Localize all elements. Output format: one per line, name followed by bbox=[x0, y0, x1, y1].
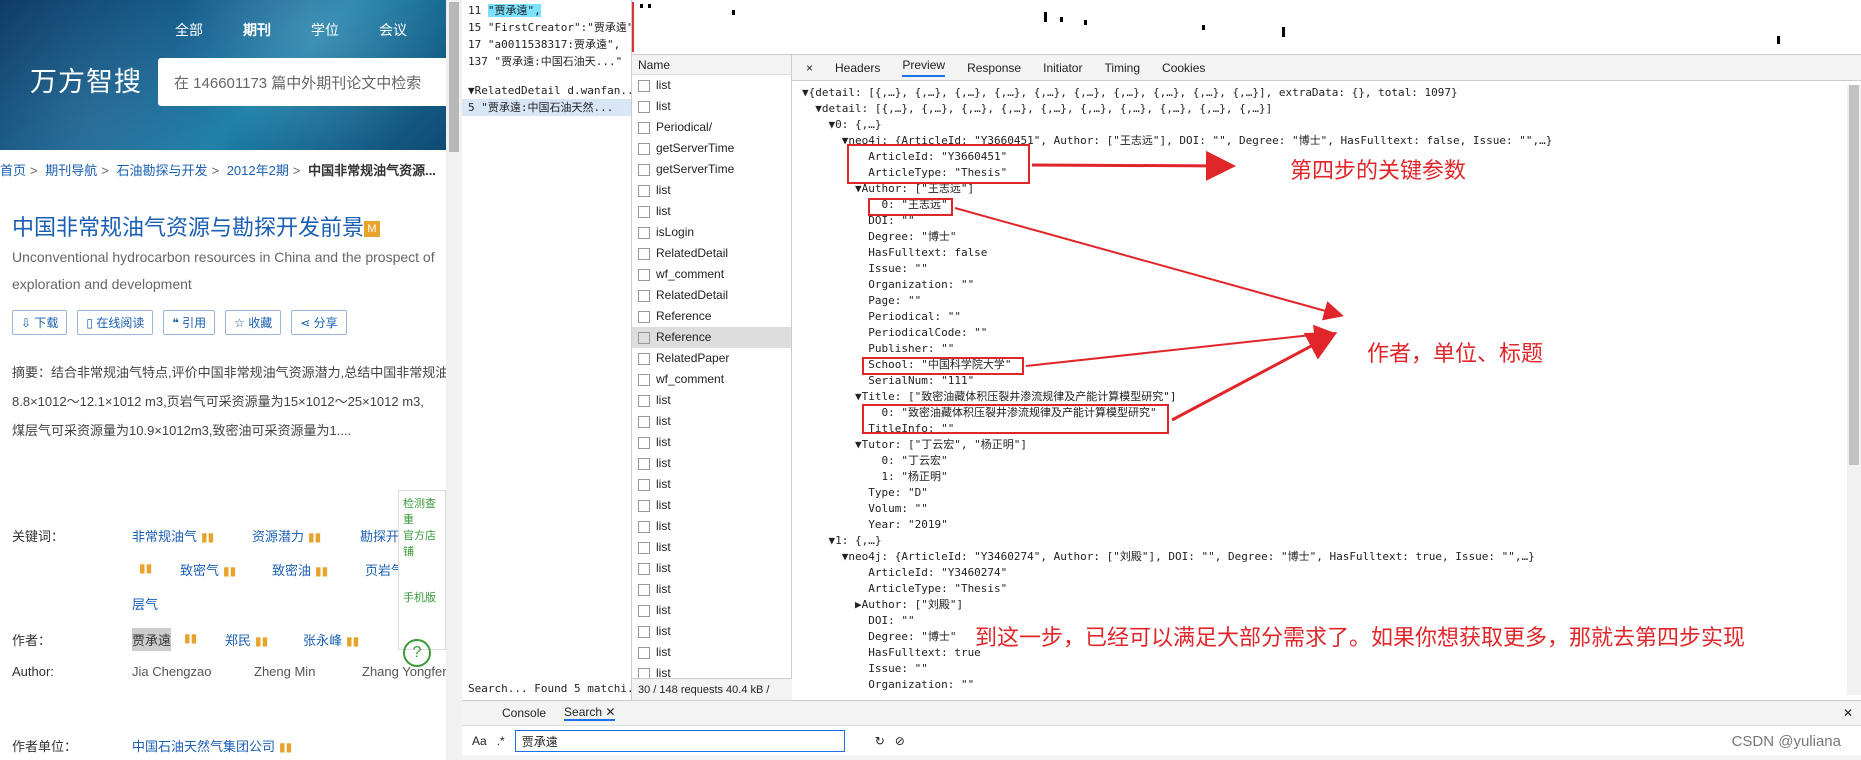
regex-toggle[interactable]: .* bbox=[497, 734, 505, 748]
search-field[interactable]: 贾承遠 bbox=[514, 729, 845, 752]
annotation-summary: 到这一步，已经可以满足大部分需求了。如果你想获取更多，那就去第四步实现 bbox=[975, 625, 1746, 650]
drawer-tabs: Console Search ✕ ✕ bbox=[462, 701, 1861, 725]
close-drawer-icon[interactable]: ✕ bbox=[1843, 706, 1853, 720]
watermark: CSDN @yuliana bbox=[1731, 733, 1841, 750]
annotation-key-params: 第四步的关键参数 bbox=[1290, 158, 1467, 183]
refresh-icon[interactable]: ↻ bbox=[875, 734, 885, 748]
tab-console[interactable]: Console bbox=[502, 706, 546, 720]
devtools-drawer: Console Search ✕ ✕ Aa .* 贾承遠 ↻ ⊘ bbox=[462, 700, 1861, 760]
search-bar: Aa .* 贾承遠 ↻ ⊘ bbox=[462, 725, 1861, 755]
clear-icon[interactable]: ⊘ bbox=[895, 734, 905, 748]
annotation-author-org-title: 作者，单位、标题 bbox=[1367, 341, 1544, 366]
close-tab-icon: ✕ bbox=[605, 705, 616, 719]
tab-search[interactable]: Search ✕ bbox=[564, 705, 616, 721]
match-case-toggle[interactable]: Aa bbox=[472, 734, 487, 748]
